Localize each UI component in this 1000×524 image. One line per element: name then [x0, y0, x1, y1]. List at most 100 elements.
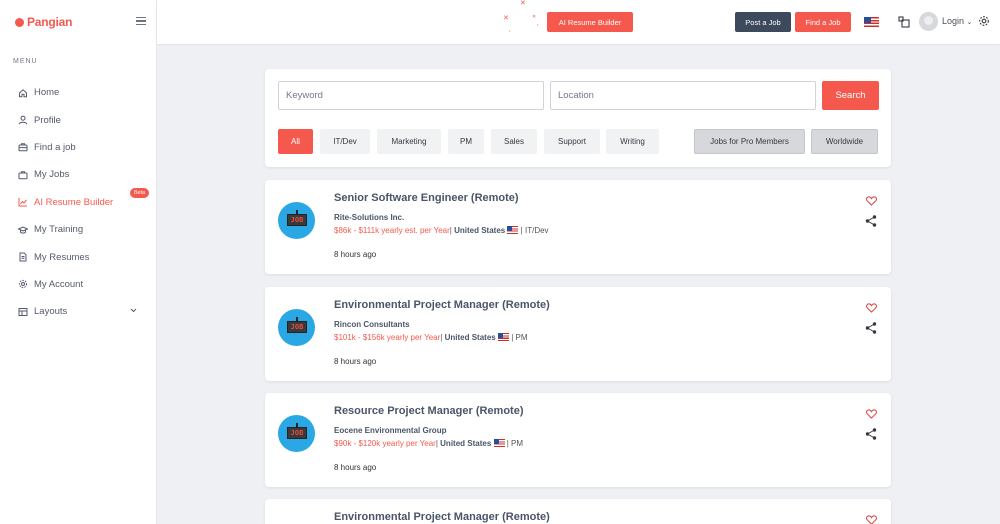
briefcase-icon [18, 170, 28, 180]
chevron-down-icon[interactable] [130, 308, 137, 313]
share-icon[interactable] [865, 215, 877, 227]
location-input[interactable]: Location [550, 81, 816, 110]
jobs-for-pro-members-button[interactable]: Jobs for Pro Members [694, 129, 805, 154]
sidebar-item-ai-resume-builder[interactable]: AI Resume Builder Beta [0, 187, 157, 216]
us-flag-icon[interactable] [864, 17, 879, 27]
job-title[interactable]: Senior Software Engineer (Remote) [334, 192, 519, 204]
sidebar-item-my-account[interactable]: My Account [0, 271, 157, 298]
job-country: United States [440, 439, 492, 448]
sidebar: Pangian MENU Home Profile Find a job My … [0, 0, 157, 524]
job-company: Rincon Consultants [334, 320, 410, 329]
menu-title: MENU [13, 58, 38, 65]
share-icon[interactable] [865, 322, 877, 334]
worldwide-button[interactable]: Worldwide [811, 129, 878, 154]
sparkle-icon: ✕ [532, 14, 537, 20]
sidebar-item-my-jobs[interactable]: My Jobs [0, 161, 157, 188]
sidebar-item-label: My Training [34, 224, 84, 236]
sidebar-item-label: Profile [34, 114, 61, 126]
brand-logo[interactable]: Pangian [15, 15, 72, 29]
job-title[interactable]: Environmental Project Manager (Remote) [334, 299, 550, 311]
sparkle-icon: • [537, 22, 539, 27]
sidebar-item-find-a-job[interactable]: Find a job [0, 134, 157, 161]
job-card[interactable]: JOB Senior Software Engineer (Remote) Ri… [265, 180, 891, 274]
filter-chip-all[interactable]: All [278, 129, 313, 154]
favorite-heart-icon[interactable] [866, 409, 877, 419]
sparkle-icon: ✕ [503, 15, 509, 22]
favorite-heart-icon[interactable] [866, 515, 877, 524]
sparkle-icon: ✕ [520, 0, 526, 7]
favorite-heart-icon[interactable] [866, 303, 877, 313]
job-card[interactable]: JOB Resource Project Manager (Remote) Eo… [265, 393, 891, 487]
filter-chip-sales[interactable]: Sales [491, 129, 537, 154]
job-title[interactable]: Resource Project Manager (Remote) [334, 405, 524, 417]
graduation-cap-icon [18, 225, 28, 235]
filter-chip-it-dev[interactable]: IT/Dev [320, 129, 370, 154]
sidebar-item-label: My Resumes [34, 251, 90, 263]
share-icon[interactable] [865, 428, 877, 440]
brand-name: Pangian [27, 15, 73, 29]
sidebar-item-my-training[interactable]: My Training [0, 216, 157, 243]
filter-chip-marketing[interactable]: Marketing [377, 129, 441, 154]
sidebar-nav: Home Profile Find a job My Jobs AI Resum… [0, 79, 157, 326]
post-a-job-button[interactable]: Post a Job [735, 12, 791, 32]
chevron-down-icon: ⌄ [966, 19, 973, 26]
job-meta: $86k - $111k yearly est. per Year| Unite… [334, 226, 549, 235]
login-menu[interactable]: Login ⌄ [942, 16, 972, 26]
sidebar-item-profile[interactable]: Profile [0, 106, 157, 133]
sidebar-item-label: Find a job [34, 141, 76, 153]
job-search-panel: Keyword Location Search All IT/Dev Marke… [265, 69, 891, 167]
user-icon [18, 115, 28, 125]
job-category: IT/Dev [524, 226, 549, 235]
avatar[interactable] [919, 12, 938, 31]
sidebar-item-label: Layouts [34, 306, 68, 318]
job-title[interactable]: Environmental Project Manager (Remote) [334, 511, 550, 523]
job-logo-icon: JOB [278, 202, 315, 239]
sparkle-icon: • [509, 28, 511, 33]
job-card[interactable]: JOB Environmental Project Manager (Remot… [265, 287, 891, 381]
job-card[interactable]: Environmental Project Manager (Remote) [265, 499, 891, 524]
job-posted-time: 8 hours ago [334, 250, 377, 259]
job-salary: $86k - $111k yearly est. per Year [334, 226, 450, 235]
filter-chip-support[interactable]: Support [544, 129, 600, 154]
sidebar-item-label: My Jobs [34, 169, 70, 181]
job-salary: $90k - $120k yearly per Year [334, 439, 436, 448]
filter-chip-pm[interactable]: PM [448, 129, 484, 154]
chart-icon [18, 197, 28, 207]
sidebar-item-layouts[interactable]: Layouts [0, 298, 157, 325]
apps-grid-icon[interactable] [898, 16, 910, 28]
ai-resume-builder-button[interactable]: AI Resume Builder [547, 12, 633, 32]
gear-icon [18, 279, 28, 289]
layout-icon [18, 307, 28, 317]
logo-mark-icon [15, 17, 24, 27]
home-icon [18, 88, 28, 98]
hamburger-menu-icon[interactable] [136, 17, 146, 25]
job-meta: $101k - $156k yearly per Year| United St… [334, 333, 528, 342]
job-posted-time: 8 hours ago [334, 463, 377, 472]
find-a-job-button[interactable]: Find a Job [795, 12, 851, 32]
us-flag-icon [493, 439, 505, 447]
job-company: Eocene Environmental Group [334, 426, 447, 435]
filter-chip-writing[interactable]: Writing [606, 129, 659, 154]
job-country: United States [444, 333, 496, 342]
settings-gear-icon[interactable] [978, 15, 990, 27]
job-meta: $90k - $120k yearly per Year| United Sta… [334, 439, 524, 448]
sidebar-item-home[interactable]: Home [0, 79, 157, 106]
sidebar-item-label: Home [34, 87, 60, 99]
beta-badge: Beta [130, 187, 150, 198]
sidebar-item-label: AI Resume Builder [34, 196, 114, 208]
favorite-heart-icon[interactable] [866, 196, 877, 206]
job-logo-icon: JOB [278, 309, 315, 346]
us-flag-icon [497, 333, 509, 341]
document-icon [18, 252, 28, 262]
topbar: ✕ ✕ ✕ • • AI Resume Builder Post a Job F… [157, 0, 1000, 44]
job-logo-icon: JOB [278, 415, 315, 452]
search-button[interactable]: Search [822, 81, 879, 110]
sidebar-item-my-resumes[interactable]: My Resumes [0, 243, 157, 270]
keyword-input[interactable]: Keyword [278, 81, 544, 110]
sidebar-item-label: My Account [34, 278, 84, 290]
job-posted-time: 8 hours ago [334, 357, 377, 366]
job-country: United States [454, 226, 506, 235]
job-category: PM [511, 439, 524, 448]
job-category: PM [515, 333, 528, 342]
briefcase-icon [18, 142, 28, 152]
